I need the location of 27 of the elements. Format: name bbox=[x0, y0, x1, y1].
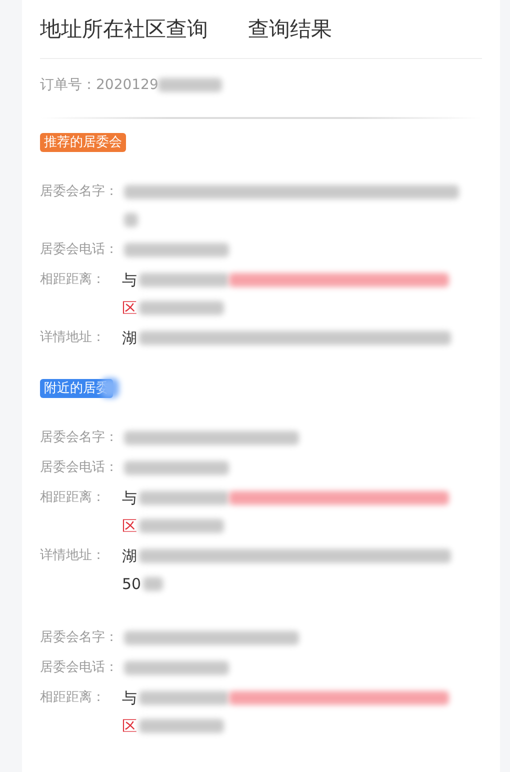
field-value: 湖 bbox=[122, 328, 137, 349]
blurred-text bbox=[143, 577, 164, 591]
blurred-text bbox=[124, 213, 138, 227]
field-value: 区 bbox=[122, 716, 137, 737]
field-value: 区 bbox=[122, 298, 137, 319]
field-value: 50 bbox=[122, 574, 142, 595]
field-label: 居委会电话： bbox=[40, 659, 119, 677]
field-value: 与 bbox=[122, 488, 137, 509]
page-title: 地址所在社区查询 bbox=[40, 16, 208, 43]
section-tag: 推荐的居委会 bbox=[40, 133, 126, 152]
field-label: 居委会电话： bbox=[40, 241, 119, 259]
field-value: 湖 bbox=[122, 546, 137, 567]
field-label: 相距距离： bbox=[40, 689, 106, 707]
blurred-text bbox=[158, 78, 222, 92]
field-label: 相距距离： bbox=[40, 489, 106, 507]
field-label: 居委会名字： bbox=[40, 183, 119, 201]
field-value: 与 bbox=[122, 688, 137, 709]
field-label: 详情地址： bbox=[40, 329, 106, 347]
field-label: 居委会名字： bbox=[40, 429, 119, 447]
order-number: 订单号：2020129 bbox=[40, 76, 158, 94]
field-value: 区 bbox=[122, 516, 137, 537]
field-label: 居委会名字： bbox=[40, 629, 119, 647]
field-label: 相距距离： bbox=[40, 271, 106, 289]
field-value: 与 bbox=[122, 270, 137, 291]
field-label: 详情地址： bbox=[40, 547, 106, 565]
page-subtitle: 查询结果 bbox=[248, 16, 332, 43]
field-label: 居委会电话： bbox=[40, 459, 119, 477]
